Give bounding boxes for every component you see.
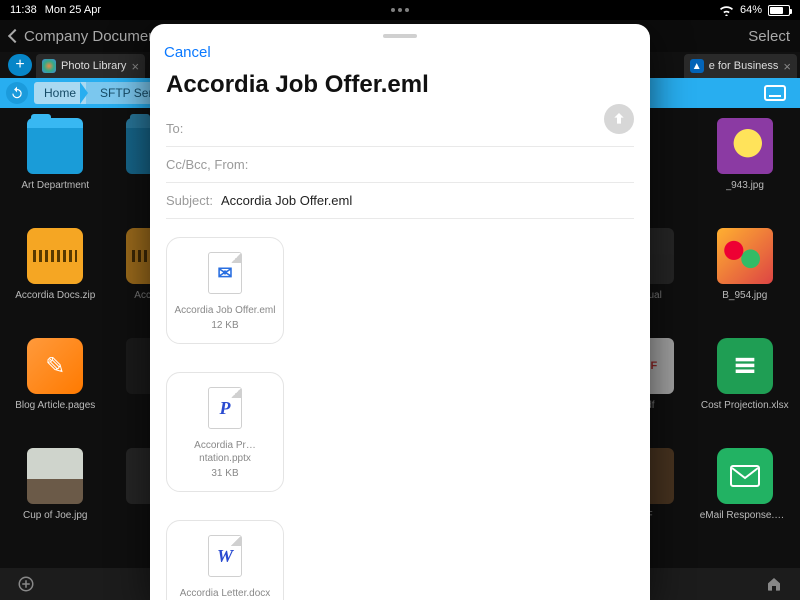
folder-icon [27, 118, 83, 174]
attachments-area: ✉ Accordia Job Offer.eml 12 KB P Accordia Pr… [150, 219, 650, 600]
file-item[interactable]: B_954.jpg [696, 224, 795, 334]
close-tab-icon[interactable]: × [783, 59, 791, 74]
attachment-name: Accordia Pr…ntation.pptx [173, 439, 277, 465]
new-tab-button[interactable]: + [8, 54, 32, 76]
image-thumbnail [717, 228, 773, 284]
compose-mail-sheet: Cancel Accordia Job Offer.eml To: Cc/Bcc… [150, 24, 650, 600]
attachment-card[interactable]: WAccordia Letter.docx51 KB [166, 520, 284, 600]
pages-icon: ✎ [27, 338, 83, 394]
wifi-icon [719, 5, 734, 16]
attachment-card[interactable]: ✉ Accordia Job Offer.eml 12 KB [166, 237, 284, 344]
cancel-button[interactable]: Cancel [164, 44, 636, 61]
status-date: Mon 25 Apr [45, 4, 101, 16]
back-button[interactable]: Company Documents [10, 28, 168, 45]
file-item[interactable]: Accordia Docs.zip [6, 224, 105, 334]
file-item[interactable]: _943.jpg [696, 114, 795, 224]
select-button[interactable]: Select [748, 28, 790, 45]
subject-value: Accordia Job Offer.eml [221, 193, 352, 208]
tab-label: Photo Library [61, 60, 126, 72]
attachment-size: 31 KB [211, 468, 238, 479]
attachment-file-icon: P [208, 387, 242, 429]
attachment-size: 12 KB [211, 320, 238, 331]
attachment-file-icon: W [208, 535, 242, 577]
battery-percentage: 64% [740, 4, 762, 16]
battery-icon [768, 5, 790, 16]
to-field[interactable]: To: [166, 111, 634, 147]
send-button[interactable] [604, 104, 634, 134]
field-label: Subject: [166, 193, 213, 208]
field-label: To: [166, 121, 183, 136]
photos-icon [42, 59, 56, 73]
attachment-card[interactable]: P Accordia Pr…ntation.pptx 31 KB [166, 372, 284, 492]
file-item[interactable]: Cost Projection.xlsx [696, 334, 795, 444]
breadcrumb-home[interactable]: Home [34, 82, 86, 104]
cc-bcc-from-field[interactable]: Cc/Bcc, From: [166, 147, 634, 183]
status-time: 11:38 [10, 4, 37, 16]
subject-field[interactable]: Subject: Accordia Job Offer.eml [166, 183, 634, 219]
file-item[interactable]: Cup of Joe.jpg [6, 444, 105, 554]
attachment-name: Accordia Job Offer.eml [175, 304, 276, 317]
home-button[interactable] [764, 576, 784, 592]
history-back-button[interactable] [6, 82, 28, 104]
onedrive-icon: ▲ [690, 59, 704, 73]
image-thumbnail [27, 448, 83, 504]
sheet-title: Accordia Job Offer.eml [150, 65, 650, 111]
sheet-grabber[interactable] [383, 34, 417, 38]
attachment-file-icon: ✉ [208, 252, 242, 294]
eml-icon [717, 448, 773, 504]
field-label: Cc/Bcc, From: [166, 157, 248, 172]
back-label: Company Documents [24, 28, 168, 45]
file-item[interactable]: ✎Blog Article.pages [6, 334, 105, 444]
attachment-name: Accordia Letter.docx [180, 587, 271, 600]
file-item[interactable]: eMail Response.eml [696, 444, 795, 554]
view-mode-button[interactable] [764, 85, 800, 101]
tab-onedrive[interactable]: ▲ e for Business × [684, 54, 797, 78]
zip-icon [27, 228, 83, 284]
chevron-left-icon [8, 29, 22, 43]
xlsx-icon [717, 338, 773, 394]
status-bar: 11:38 Mon 25 Apr 64% [0, 0, 800, 20]
file-item[interactable]: Art Department [6, 114, 105, 224]
presentation-icon [764, 85, 786, 101]
multitask-dots-icon[interactable] [391, 8, 409, 12]
add-button[interactable] [16, 575, 36, 593]
tab-label: e for Business [709, 60, 779, 72]
close-tab-icon[interactable]: × [131, 59, 139, 74]
tab-photo-library[interactable]: Photo Library × [36, 54, 145, 78]
image-thumbnail [717, 118, 773, 174]
